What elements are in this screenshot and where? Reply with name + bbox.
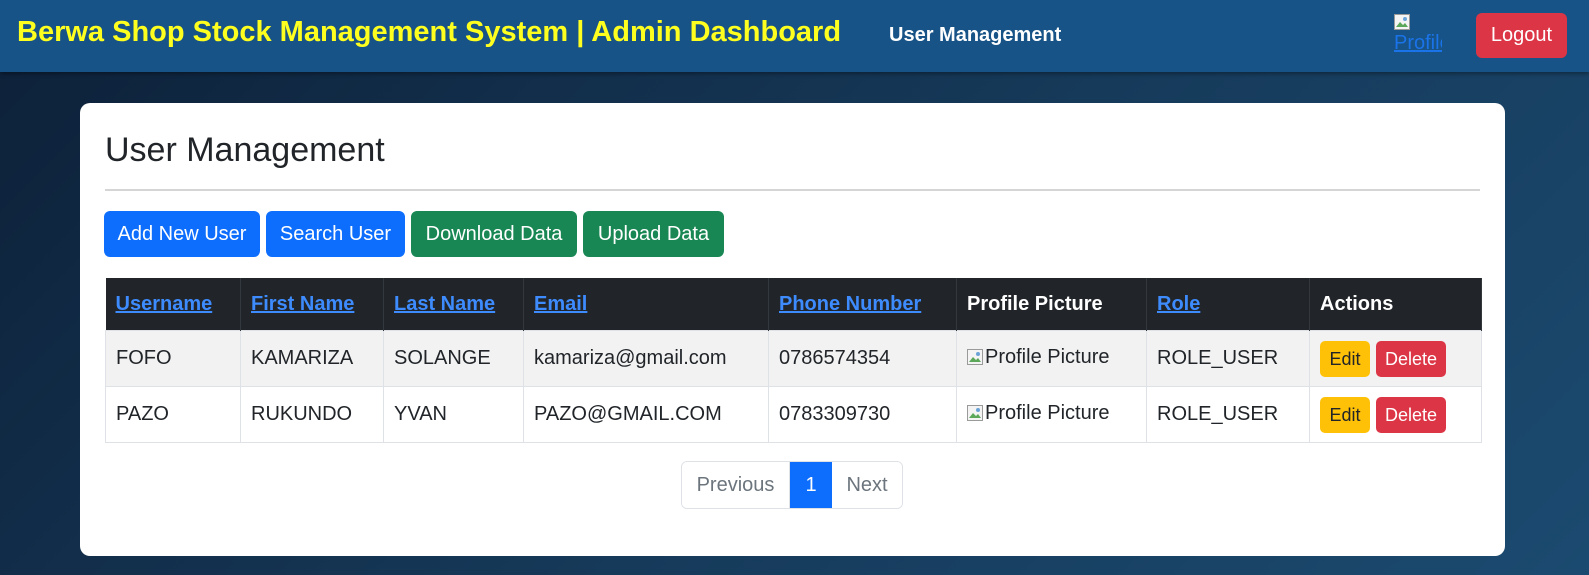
column-header-role[interactable]: Role bbox=[1146, 278, 1310, 331]
delete-button[interactable]: Delete bbox=[1376, 340, 1446, 377]
cell-role: ROLE_USER bbox=[1146, 330, 1310, 387]
page-title: User Management bbox=[105, 131, 385, 169]
pagination: Previous 1 Next bbox=[681, 461, 903, 509]
cell-email: kamariza@gmail.com bbox=[523, 330, 769, 387]
column-header-last-name[interactable]: Last Name bbox=[383, 278, 524, 331]
cell-phone-number: 0783309730 bbox=[768, 386, 957, 443]
sort-link-role[interactable]: Role bbox=[1157, 293, 1200, 315]
column-header-first-name[interactable]: First Name bbox=[240, 278, 384, 331]
table-row: PAZO RUKUNDO YVAN PAZO@GMAIL.COM 0783309… bbox=[105, 386, 1482, 443]
profile-image-alt-text: Profile bbox=[1394, 32, 1442, 54]
sort-link-first-name[interactable]: First Name bbox=[251, 293, 354, 315]
title-divider bbox=[105, 189, 1480, 191]
edit-button[interactable]: Edit bbox=[1320, 340, 1370, 377]
cell-profile-picture: Profile Picture bbox=[956, 386, 1147, 443]
sort-link-email[interactable]: Email bbox=[534, 293, 587, 315]
profile-picture: Profile Picture bbox=[967, 402, 1110, 425]
profile-picture-alt-text: Profile Picture bbox=[985, 345, 1110, 368]
cell-username: FOFO bbox=[105, 330, 241, 387]
logout-button[interactable]: Logout bbox=[1476, 13, 1567, 58]
column-header-username[interactable]: Username bbox=[105, 278, 241, 331]
nav-link-user-management[interactable]: User Management bbox=[889, 24, 1061, 47]
cell-last-name: YVAN bbox=[383, 386, 524, 443]
broken-image-icon bbox=[1394, 14, 1410, 30]
cell-actions: Edit Delete bbox=[1309, 330, 1482, 387]
users-table: Username First Name Last Name Email Phon… bbox=[105, 278, 1482, 443]
cell-email: PAZO@GMAIL.COM bbox=[523, 386, 769, 443]
broken-image-icon bbox=[967, 349, 983, 366]
column-header-phone-number[interactable]: Phone Number bbox=[768, 278, 957, 331]
pagination-page-current[interactable]: 1 bbox=[790, 462, 832, 508]
profile-image[interactable]: Profile bbox=[1392, 12, 1442, 56]
pagination-previous[interactable]: Previous bbox=[682, 462, 790, 508]
sort-link-last-name[interactable]: Last Name bbox=[394, 293, 495, 315]
table-header-row: Username First Name Last Name Email Phon… bbox=[105, 278, 1482, 331]
delete-button[interactable]: Delete bbox=[1376, 396, 1446, 433]
cell-actions: Edit Delete bbox=[1309, 386, 1482, 443]
sort-link-phone-number[interactable]: Phone Number bbox=[779, 293, 921, 315]
cell-last-name: SOLANGE bbox=[383, 330, 524, 387]
add-new-user-button[interactable]: Add New User bbox=[104, 211, 260, 257]
broken-image-icon bbox=[967, 405, 983, 422]
table-row: FOFO KAMARIZA SOLANGE kamariza@gmail.com… bbox=[105, 330, 1482, 387]
cell-first-name: RUKUNDO bbox=[240, 386, 384, 443]
user-management-card: User Management Add New User Search User… bbox=[80, 103, 1505, 556]
cell-phone-number: 0786574354 bbox=[768, 330, 957, 387]
pagination-next[interactable]: Next bbox=[832, 462, 902, 508]
cell-username: PAZO bbox=[105, 386, 241, 443]
edit-button[interactable]: Edit bbox=[1320, 396, 1370, 433]
cell-role: ROLE_USER bbox=[1146, 386, 1310, 443]
column-header-profile-picture: Profile Picture bbox=[956, 278, 1147, 331]
app-title: Berwa Shop Stock Management System | Adm… bbox=[17, 16, 842, 48]
column-header-actions: Actions bbox=[1309, 278, 1482, 331]
search-user-button[interactable]: Search User bbox=[266, 211, 405, 257]
cell-profile-picture: Profile Picture bbox=[956, 330, 1147, 387]
upload-data-button[interactable]: Upload Data bbox=[583, 211, 724, 257]
top-navbar: Berwa Shop Stock Management System | Adm… bbox=[0, 0, 1589, 72]
cell-first-name: KAMARIZA bbox=[240, 330, 384, 387]
profile-picture-alt-text: Profile Picture bbox=[985, 401, 1110, 424]
profile-picture: Profile Picture bbox=[967, 346, 1110, 369]
download-data-button[interactable]: Download Data bbox=[411, 211, 577, 257]
sort-link-username[interactable]: Username bbox=[116, 293, 213, 315]
column-header-email[interactable]: Email bbox=[523, 278, 769, 331]
